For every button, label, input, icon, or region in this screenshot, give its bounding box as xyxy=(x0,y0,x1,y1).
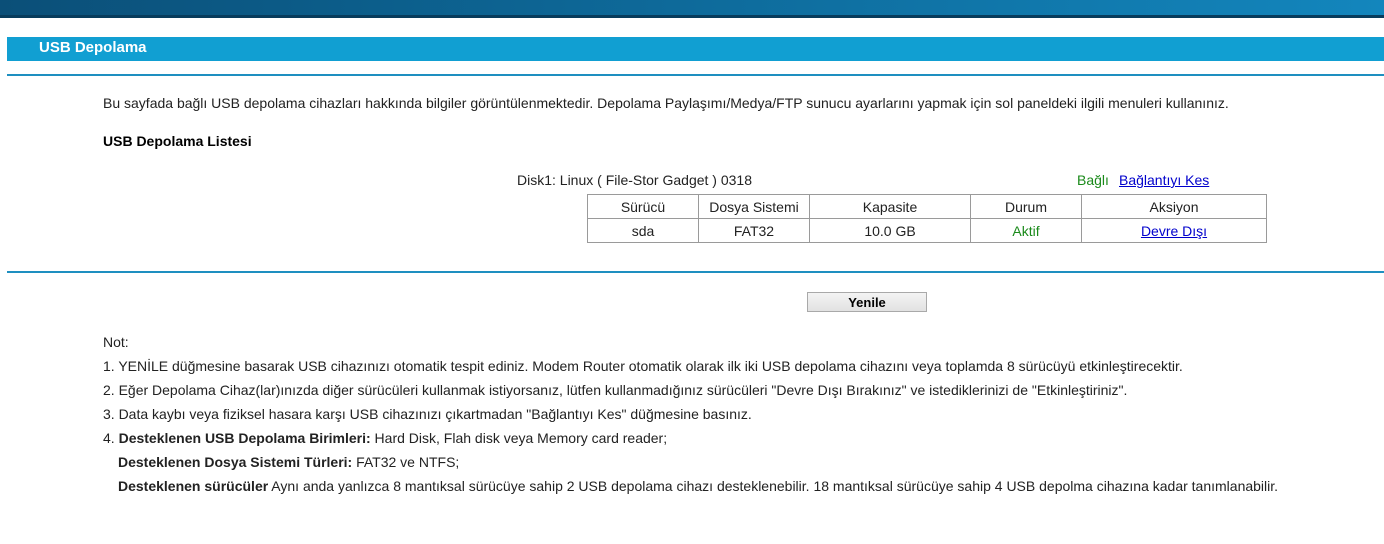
column-header-driver: Sürücü xyxy=(587,194,699,219)
cell-capacity: 10.0 GB xyxy=(809,218,971,243)
cell-driver: sda xyxy=(587,218,699,243)
notes-section: Not: 1. YENİLE düğmesine basarak USB cih… xyxy=(103,335,1278,503)
note-item-3: 3. Data kaybı veya fiziksel hasara karşı… xyxy=(103,406,752,422)
cell-action: Devre Dışı xyxy=(1081,218,1267,243)
disable-drive-link[interactable]: Devre Dışı xyxy=(1141,223,1207,239)
column-header-capacity: Kapasite xyxy=(809,194,971,219)
note-4-number: 4. xyxy=(103,430,119,446)
top-banner-line xyxy=(0,15,1384,18)
column-header-filesystem: Dosya Sistemi xyxy=(698,194,810,219)
usb-storage-table: Sürücü Dosya Sistemi Kapasite Durum Aksi… xyxy=(587,194,1267,243)
usb-list-title: USB Depolama Listesi xyxy=(103,133,252,149)
refresh-button[interactable]: Yenile xyxy=(807,292,927,312)
note-5-text: FAT32 ve NTFS; xyxy=(352,454,460,470)
disk-label: Disk1: Linux ( File-Stor Gadget ) 0318 xyxy=(517,172,752,188)
divider-bottom xyxy=(7,271,1384,273)
column-header-action: Aksiyon xyxy=(1081,194,1267,219)
note-item-5: Desteklenen Dosya Sistemi Türleri: FAT32… xyxy=(103,455,1278,479)
intro-text: Bu sayfada bağlı USB depolama cihazları … xyxy=(103,95,1229,111)
cell-status: Aktif xyxy=(970,218,1082,243)
table-row: sda FAT32 10.0 GB Aktif Devre Dışı xyxy=(587,218,1267,243)
note-item-6: Desteklenen sürücüler Aynı anda yanlızca… xyxy=(103,479,1278,503)
note-4-label: Desteklenen USB Depolama Birimleri: xyxy=(118,430,371,446)
divider-top xyxy=(7,74,1384,76)
note-4-text: Hard Disk, Flah disk veya Memory card re… xyxy=(370,430,668,446)
page-title: USB Depolama xyxy=(39,39,147,56)
top-banner xyxy=(0,0,1384,18)
note-6-text: Aynı anda yanlızca 8 mantıksal sürücüye … xyxy=(268,478,1279,494)
cell-filesystem: FAT32 xyxy=(698,218,810,243)
page-title-bar: USB Depolama xyxy=(7,37,1384,61)
note-item-4: 4. Desteklenen USB Depolama Birimleri: H… xyxy=(103,431,1278,455)
note-item-1: 1. YENİLE düğmesine basarak USB cihazını… xyxy=(103,358,1183,374)
disconnect-link[interactable]: Bağlantıyı Kes xyxy=(1119,172,1209,188)
note-item-2: 2. Eğer Depolama Cihaz(lar)ınızda diğer … xyxy=(103,382,1128,398)
note-6-label: Desteklenen sürücüler xyxy=(118,478,269,494)
disk-connection-status: Bağlı xyxy=(1077,172,1109,188)
notes-heading: Not: xyxy=(103,334,129,350)
note-5-label: Desteklenen Dosya Sistemi Türleri: xyxy=(118,454,353,470)
table-header-row: Sürücü Dosya Sistemi Kapasite Durum Aksi… xyxy=(587,194,1267,219)
column-header-status: Durum xyxy=(970,194,1082,219)
